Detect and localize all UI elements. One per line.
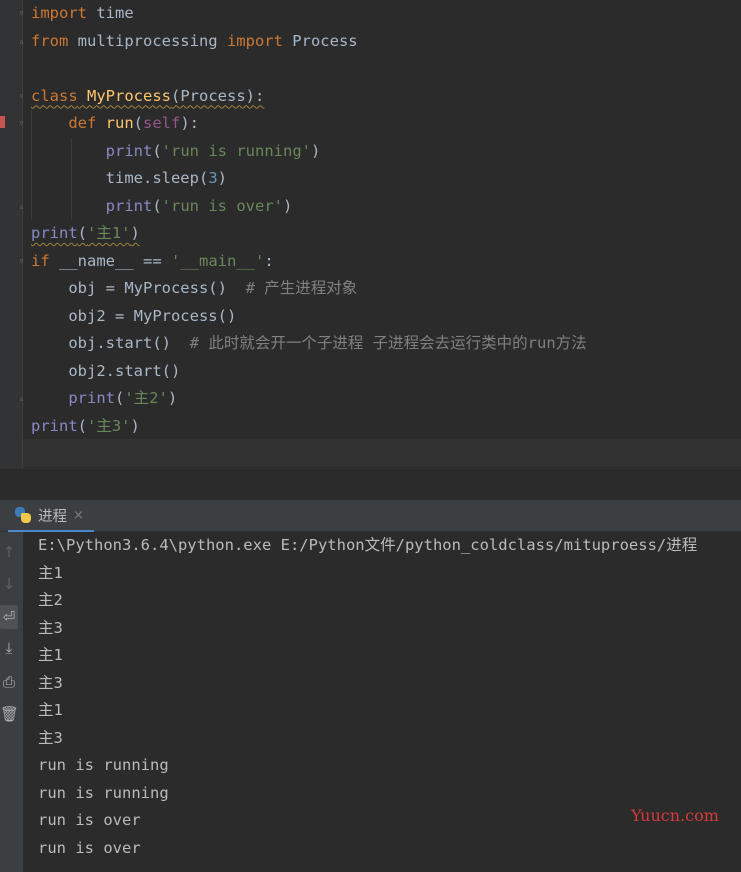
watermark: Yuucn.com <box>631 806 719 825</box>
down-arrow-icon[interactable]: ↓ <box>0 572 18 596</box>
code-editor[interactable]: ▿ ▵ ▿ ▿ ▵ ▿ ▵ import time from multiproc… <box>0 0 741 468</box>
console-command-line: E:\Python3.6.4\python.exe E:/Python文件/py… <box>38 536 698 554</box>
console-line: run is over <box>38 838 141 857</box>
print-icon[interactable]: ⎙ <box>0 670 18 694</box>
code-line[interactable]: obj2.start() <box>31 358 180 386</box>
code-line[interactable]: class MyProcess(Process): <box>31 83 264 111</box>
console-line: 主1 <box>38 646 63 664</box>
code-line[interactable]: from multiprocessing import Process <box>31 28 358 56</box>
console-line: 主3 <box>38 673 63 692</box>
run-tool-window: 进程 × ↑ ↓ ⏎ ⤓ ⎙ 🗑 E:\Python3.6.4\python.e… <box>0 500 741 872</box>
run-toolbar: ↑ ↓ ⏎ ⤓ ⎙ 🗑 <box>0 532 23 872</box>
code-line[interactable]: print('run is running') <box>31 138 321 166</box>
panel-divider[interactable] <box>0 468 741 500</box>
code-line[interactable]: obj2 = MyProcess() <box>31 303 236 331</box>
console-line: run is running <box>38 783 169 802</box>
console-line: run is over <box>38 811 141 829</box>
fold-marker-icon[interactable]: ▵ <box>16 201 27 212</box>
console-line: 主1 <box>38 701 63 719</box>
fold-marker-icon[interactable]: ▿ <box>16 8 27 19</box>
code-line[interactable]: print('主3') <box>31 413 140 441</box>
code-line[interactable]: print('主1') <box>31 220 140 248</box>
code-line[interactable]: def run(self): <box>31 110 199 138</box>
console-line: 主2 <box>38 591 63 609</box>
code-line[interactable]: time.sleep(3) <box>31 165 227 193</box>
fold-marker-icon[interactable]: ▵ <box>16 36 27 47</box>
scroll-to-end-icon[interactable]: ⤓ <box>0 636 18 660</box>
code-line[interactable]: obj.start() # 此时就会开一个子进程 子进程会去运行类中的run方法 <box>31 330 586 358</box>
console-line: run is running <box>38 756 169 774</box>
code-line[interactable]: obj = MyProcess() # 产生进程对象 <box>31 275 357 303</box>
console-line: 主1 <box>38 563 63 582</box>
override-marker-icon[interactable] <box>0 116 5 128</box>
soft-wrap-icon[interactable]: ⏎ <box>0 605 18 629</box>
python-icon <box>14 506 32 524</box>
fold-marker-icon[interactable]: ▿ <box>16 256 27 267</box>
run-tab-label: 进程 <box>38 508 67 525</box>
console-line: 主3 <box>38 618 63 637</box>
current-line-highlight <box>23 439 741 467</box>
fold-marker-icon[interactable]: ▿ <box>16 118 27 129</box>
fold-marker-icon[interactable]: ▵ <box>16 393 27 404</box>
code-line[interactable]: import time <box>31 0 134 28</box>
close-icon[interactable]: × <box>73 508 84 523</box>
trash-icon[interactable]: 🗑 <box>0 702 19 726</box>
fold-marker-icon[interactable]: ▿ <box>16 91 27 102</box>
run-tab[interactable]: 进程 × <box>8 500 94 532</box>
run-tab-bar: 进程 × <box>0 500 741 532</box>
code-line[interactable]: print('主2') <box>31 385 177 413</box>
code-line[interactable]: if __name__ == '__main__': <box>31 248 274 276</box>
up-arrow-icon[interactable]: ↑ <box>0 540 18 564</box>
console-line: 主3 <box>38 728 63 747</box>
code-line[interactable]: print('run is over') <box>31 193 293 221</box>
